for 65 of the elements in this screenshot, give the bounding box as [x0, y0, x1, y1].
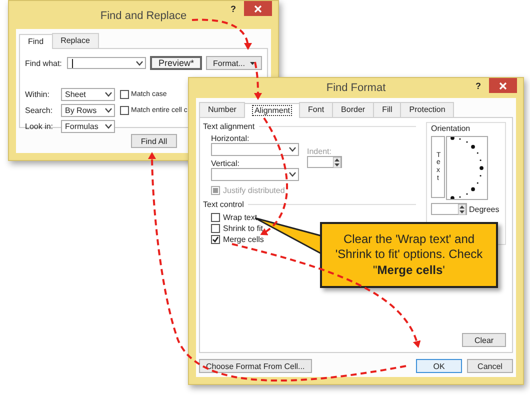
- group-title: Orientation: [431, 124, 472, 133]
- help-button[interactable]: ?: [476, 81, 481, 91]
- tab[interactable]: Alignment: [244, 103, 300, 118]
- window-title: Find and Replace: [100, 10, 187, 22]
- group-title: Text alignment: [203, 122, 255, 131]
- checkbox-label: Shrink to fit: [223, 224, 264, 233]
- field-label: Search:: [25, 106, 54, 115]
- window-title: Find Format: [326, 82, 386, 94]
- field-label: Look in:: [25, 122, 54, 131]
- tab[interactable]: Find: [19, 34, 53, 49]
- callout-text: Clear the 'Wrap text' and 'Shrink to fit' options. Check "Merge cells': [334, 232, 484, 278]
- chevron-down-icon: [136, 60, 144, 66]
- find-all-button[interactable]: Find All: [131, 134, 177, 148]
- find-what-field[interactable]: [66, 57, 146, 69]
- dropdown[interactable]: By Rows: [61, 104, 115, 117]
- field-label: Indent:: [307, 147, 332, 156]
- group-title: Text control: [203, 200, 244, 209]
- close-button[interactable]: [489, 78, 517, 93]
- checkbox-label: Justify distributed: [223, 186, 285, 194]
- tab[interactable]: Protection: [400, 102, 454, 117]
- checkbox[interactable]: [211, 224, 220, 233]
- field-label: Degrees: [469, 204, 500, 214]
- field-label: Find what:: [25, 58, 63, 68]
- tab[interactable]: Replace: [52, 33, 99, 48]
- spin-arrows-icon[interactable]: [333, 156, 341, 168]
- checkmark-icon: [212, 236, 219, 243]
- tab[interactable]: Border: [332, 102, 374, 117]
- chevron-down-icon: [105, 92, 112, 97]
- clear-button[interactable]: Clear: [462, 333, 506, 347]
- checkbox[interactable]: [211, 235, 220, 244]
- dropdown[interactable]: Formulas: [61, 120, 115, 133]
- checkbox[interactable]: [120, 90, 129, 99]
- checkbox-label: Wrap text: [223, 213, 258, 222]
- close-icon: [499, 82, 507, 90]
- close-icon: [254, 4, 262, 12]
- chevron-down-icon: [289, 147, 296, 152]
- tab[interactable]: Number: [199, 102, 246, 117]
- field-label: Vertical:: [211, 159, 240, 168]
- chevron-down-icon: [105, 108, 112, 113]
- dialog-button[interactable]: Cancel: [467, 359, 513, 373]
- checkbox[interactable]: [120, 106, 129, 115]
- checkbox-label: Merge cells: [223, 235, 264, 244]
- close-button[interactable]: [244, 1, 272, 16]
- help-button[interactable]: ?: [230, 4, 236, 14]
- orientation-dial[interactable]: [446, 136, 488, 200]
- tab[interactable]: Fill: [373, 102, 402, 117]
- choose-format-button[interactable]: Choose Format From Cell...: [199, 359, 312, 373]
- dropdown[interactable]: [211, 143, 299, 156]
- indent-spinner[interactable]: [307, 156, 342, 168]
- checkbox[interactable]: [211, 213, 220, 222]
- dialog-button[interactable]: OK: [416, 359, 462, 373]
- chevron-down-icon: [105, 124, 112, 129]
- dashed-arrow: [192, 18, 252, 50]
- chevron-down-icon: [289, 172, 296, 177]
- field-label: Horizontal:: [211, 134, 250, 143]
- caret-icon: [250, 62, 255, 64]
- dashed-arrow: [254, 62, 262, 100]
- preview-button[interactable]: Preview*: [150, 56, 202, 70]
- tab[interactable]: Font: [299, 102, 334, 117]
- degrees-spinner[interactable]: [431, 203, 467, 215]
- dropdown[interactable]: [211, 168, 299, 181]
- field-label: Within:: [25, 90, 50, 99]
- format-button[interactable]: Format...: [206, 56, 262, 70]
- spin-arrows-icon[interactable]: [458, 204, 466, 214]
- dropdown[interactable]: Sheet: [61, 88, 115, 101]
